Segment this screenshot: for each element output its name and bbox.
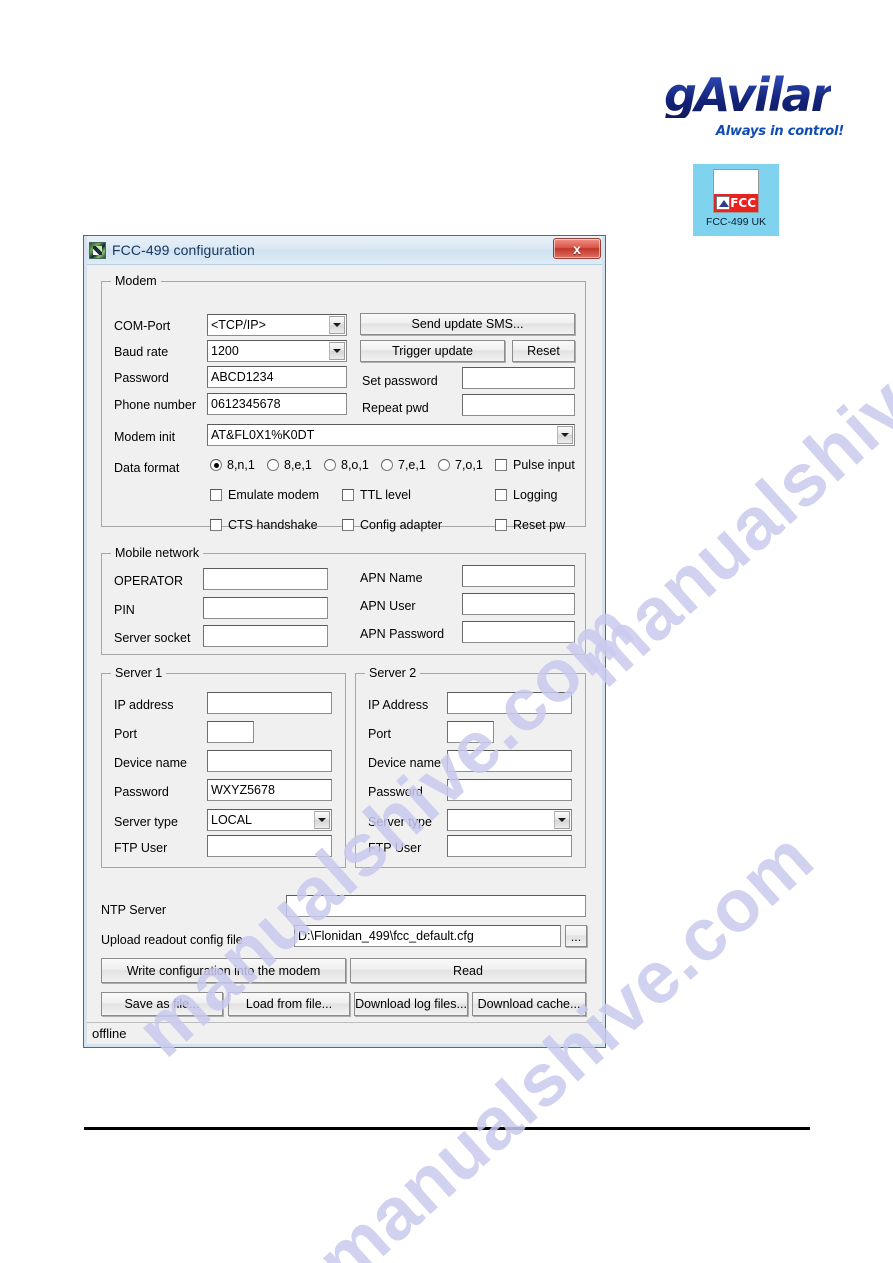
fcc-configuration-window: FCC-499 configuration x Modem COM-Port <…: [83, 235, 606, 1048]
desktop-icon-label: FCC-499 UK: [705, 216, 767, 228]
window-border: [84, 236, 605, 1047]
watermark-text: manualshive.com: [560, 215, 893, 703]
gavilar-logo: gAvilar Always in control!: [658, 72, 848, 150]
fcc-icon-text: FCC: [730, 196, 756, 210]
page-divider: [84, 1127, 810, 1130]
logo-tagline: Always in control!: [715, 124, 844, 139]
shortcut-glyph-icon: [716, 196, 730, 210]
logo-wordmark: gAvilar: [664, 68, 833, 122]
desktop-icon-fcc499uk[interactable]: FCC FCC-499 UK: [693, 164, 779, 236]
fcc-app-icon: FCC: [713, 169, 759, 213]
